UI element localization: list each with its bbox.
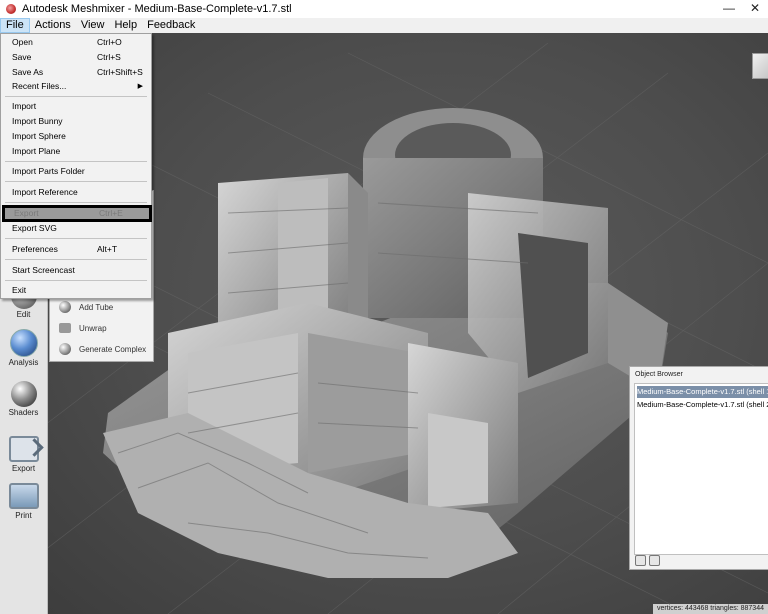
edit-unwrap-label: Unwrap [79, 323, 107, 333]
menu-export[interactable]: Export Ctrl+E [2, 205, 152, 222]
analysis-sphere-icon [9, 329, 38, 357]
edit-unwrap[interactable]: Unwrap [50, 318, 153, 338]
printer-icon [8, 483, 39, 509]
menu-file[interactable]: File [0, 18, 30, 33]
menu-preferences[interactable]: Preferences Alt+T [3, 242, 149, 257]
edit-generate-complex[interactable]: Generate Complex [50, 339, 153, 359]
tool-print-label: Print [15, 511, 32, 520]
edit-add-tube-label: Add Tube [79, 302, 114, 312]
object-list: Medium-Base-Complete-v1.7.stl (shell 1) … [634, 383, 768, 555]
unwrap-icon [59, 323, 71, 333]
menu-save[interactable]: Save Ctrl+S [3, 50, 149, 65]
file-menu-dropdown: Open Ctrl+O Save Ctrl+S Save As Ctrl+Shi… [0, 33, 152, 299]
menu-separator [5, 161, 147, 162]
shader-sphere-icon [10, 381, 37, 407]
tool-export[interactable]: Export [0, 436, 47, 473]
menu-save-as[interactable]: Save As Ctrl+Shift+S [3, 65, 149, 80]
meshmixer-logo-icon [6, 4, 16, 14]
menu-recent-files[interactable]: Recent Files... ▶ [3, 79, 149, 94]
export-arrow-icon [8, 436, 39, 462]
tool-print[interactable]: Print [0, 483, 47, 520]
menu-feedback[interactable]: Feedback [142, 18, 200, 33]
menu-separator [5, 280, 147, 281]
tool-shaders[interactable]: Shaders [0, 381, 47, 417]
tool-export-label: Export [11, 464, 36, 473]
menu-separator [5, 202, 147, 203]
object-item[interactable]: Medium-Base-Complete-v1.7.stl (shell 2) [637, 399, 768, 411]
history-icon[interactable] [649, 555, 660, 566]
menu-import-reference[interactable]: Import Reference [3, 185, 149, 200]
menu-actions[interactable]: Actions [30, 18, 76, 33]
menu-import-bunny[interactable]: Import Bunny [3, 114, 149, 129]
tube-icon [59, 301, 71, 313]
edit-add-tube[interactable]: Add Tube [50, 297, 153, 317]
menu-open[interactable]: Open Ctrl+O [3, 35, 149, 50]
menu-import[interactable]: Import [3, 99, 149, 114]
title-bar: Autodesk Meshmixer - Medium-Base-Complet… [0, 0, 768, 18]
tool-shaders-label: Shaders [8, 408, 39, 417]
tool-analysis-label: Analysis [8, 358, 39, 367]
object-browser-title: Object Browser [635, 371, 683, 378]
menu-exit[interactable]: Exit [3, 283, 149, 298]
menu-view[interactable]: View [76, 18, 110, 33]
menu-import-plane[interactable]: Import Plane [3, 144, 149, 159]
object-browser-footer [635, 555, 660, 566]
menu-separator [5, 238, 147, 239]
menu-start-screencast[interactable]: Start Screencast [3, 263, 149, 278]
minimize-button[interactable]: — [716, 0, 742, 18]
status-bar: vertices: 443468 triangles: 887344 [652, 604, 768, 614]
tool-edit-label: Edit [16, 310, 31, 319]
complex-icon [59, 343, 71, 355]
window-controls: — ✕ [716, 0, 768, 18]
edit-generate-complex-label: Generate Complex [79, 344, 147, 354]
object-browser-panel: Object Browser Medium-Base-Complete-v1.7… [629, 366, 768, 570]
object-item[interactable]: Medium-Base-Complete-v1.7.stl (shell 1) [637, 386, 768, 398]
menu-export-svg[interactable]: Export SVG [3, 221, 149, 236]
menu-bar: File Actions View Help Feedback [0, 18, 768, 33]
window-title: Autodesk Meshmixer - Medium-Base-Complet… [22, 3, 292, 15]
submenu-arrow-icon: ▶ [137, 83, 143, 90]
tool-analysis[interactable]: Analysis [0, 329, 47, 367]
menu-import-parts-folder[interactable]: Import Parts Folder [3, 164, 149, 179]
menu-separator [5, 96, 147, 97]
cube-icon[interactable] [635, 555, 646, 566]
menu-separator [5, 181, 147, 182]
menu-separator [5, 259, 147, 260]
menu-import-sphere[interactable]: Import Sphere [3, 129, 149, 144]
view-cube[interactable] [752, 53, 768, 79]
close-button[interactable]: ✕ [742, 0, 768, 18]
menu-help[interactable]: Help [109, 18, 142, 33]
